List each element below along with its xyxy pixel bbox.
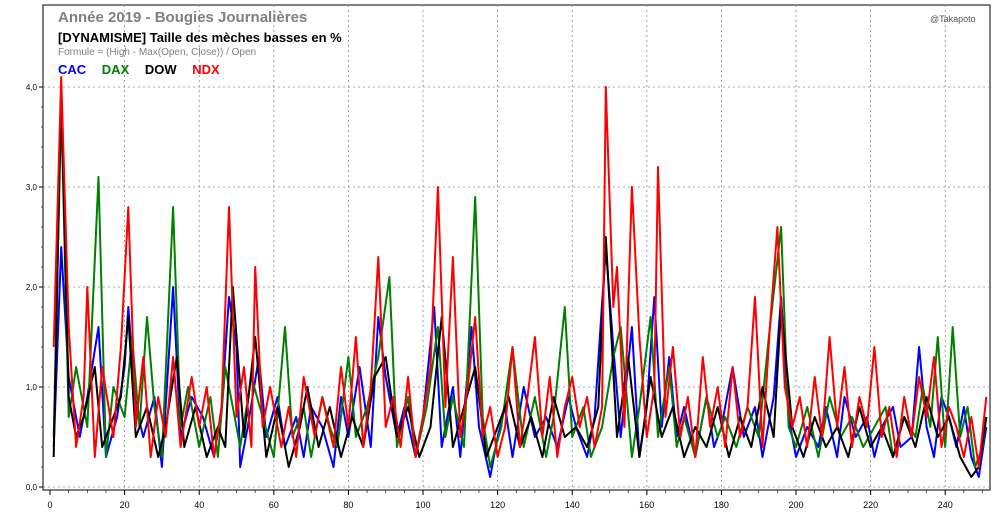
credit-label: @Takapoto — [930, 14, 976, 24]
x-tick-label: 80 — [343, 500, 353, 510]
x-tick-label: 60 — [269, 500, 279, 510]
y-tick-label: 3,0 — [26, 183, 38, 192]
legend-entry-cac: CAC — [58, 62, 87, 77]
x-tick-label: 0 — [47, 500, 52, 510]
x-tick-label: 200 — [789, 500, 804, 510]
x-tick-label: 240 — [938, 500, 953, 510]
x-tick-label: 20 — [120, 500, 130, 510]
x-tick-label: 140 — [565, 500, 580, 510]
legend-entry-dow: DOW — [144, 62, 177, 77]
chart-plot: 0 20 40 60 80 100 120 140 160 180 200 220 240 0,0 1,0 2… — [26, 4, 991, 510]
chart-subtitle: [DYNAMISME] Taille des mèches basses en … — [58, 30, 342, 45]
chart-title: Année 2019 - Bougies Journalières — [58, 9, 308, 26]
y-tick-label: 4,0 — [26, 83, 38, 92]
x-tick-label: 100 — [416, 500, 431, 510]
x-tick-label: 40 — [194, 500, 204, 510]
chart-frame: 0 20 40 60 80 100 120 140 160 180 200 220 240 0,0 1,0 2… — [0, 0, 1000, 520]
legend-entry-dax: DAX — [101, 62, 130, 77]
y-tick-label: 2,0 — [26, 283, 38, 292]
chart-formula: Formule = (High - Max(Open, Close)) / Op… — [58, 47, 257, 58]
x-tick-label: 180 — [714, 500, 729, 510]
legend-entry-ndx: NDX — [192, 62, 220, 77]
chart-legend: CAC DAX DOW NDX — [58, 62, 232, 77]
x-tick-label: 120 — [490, 500, 505, 510]
x-tick-label: 160 — [639, 500, 654, 510]
x-tick-label: 220 — [863, 500, 878, 510]
y-tick-label: 1,0 — [26, 383, 38, 392]
y-tick-label: 0,0 — [26, 483, 38, 492]
